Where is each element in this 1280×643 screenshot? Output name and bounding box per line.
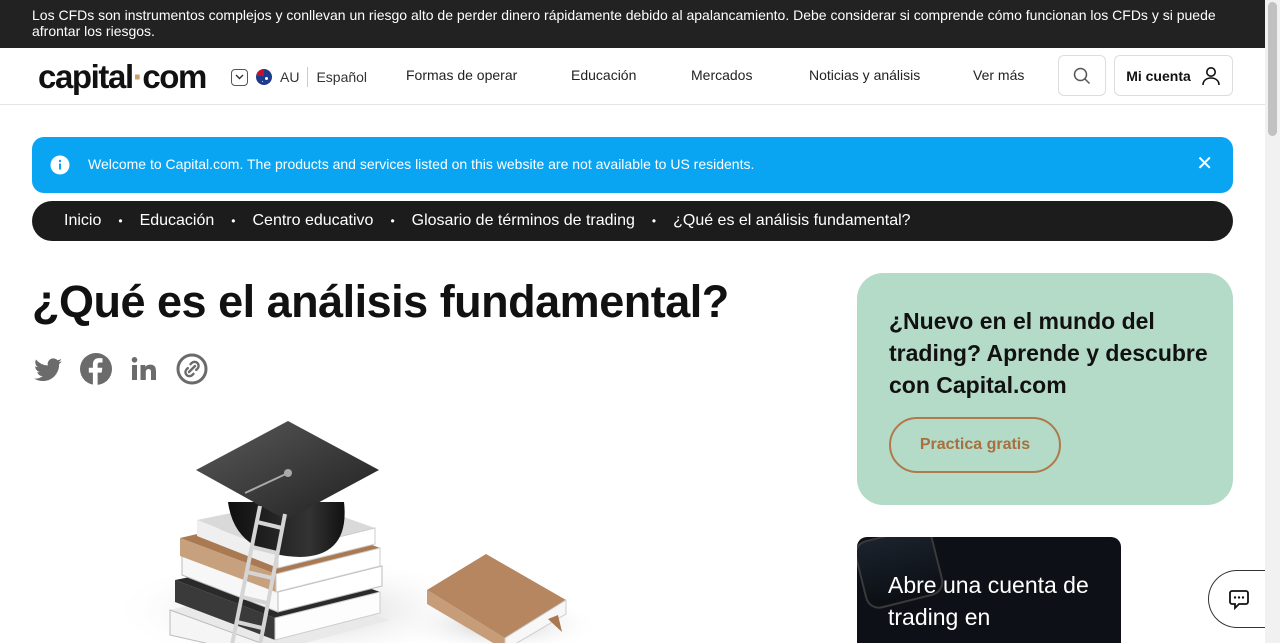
close-icon[interactable]: ✕: [1196, 153, 1213, 175]
search-icon: [1073, 67, 1091, 84]
breadcrumb-glosario[interactable]: Glosario de términos de trading: [412, 212, 635, 230]
us-residents-banner: Welcome to Capital.com. The products and…: [32, 137, 1233, 193]
main-header: capital·com AU Español Formas de operar …: [0, 48, 1265, 105]
logo-suffix: com: [142, 58, 207, 95]
risk-warning-text: Los CFDs son instrumentos complejos y co…: [32, 7, 1216, 39]
menu-mercados[interactable]: Mercados: [691, 67, 752, 83]
open-account-text: Abre una cuenta de trading en: [888, 572, 1089, 630]
open-account-card[interactable]: Abre una cuenta de trading en: [857, 537, 1121, 643]
menu-formas-de-operar[interactable]: Formas de operar: [406, 67, 517, 83]
breadcrumb: Inicio • Educación • Centro educativo • …: [32, 201, 1233, 241]
facebook-icon[interactable]: [80, 353, 112, 385]
banner-message: Welcome to Capital.com. The products and…: [88, 156, 755, 172]
breadcrumb-separator: •: [390, 214, 395, 228]
practica-gratis-button[interactable]: Practica gratis: [889, 417, 1061, 473]
breadcrumb-separator: •: [231, 214, 236, 228]
page-scrollbar[interactable]: [1265, 0, 1280, 643]
logo-dot: ·: [132, 58, 144, 95]
breadcrumb-centro-educativo[interactable]: Centro educativo: [252, 212, 373, 230]
capital-logo[interactable]: capital·com: [38, 58, 207, 96]
menu-noticias-y-analisis[interactable]: Noticias y análisis: [809, 67, 920, 83]
account-label: Mi cuenta: [1126, 67, 1191, 84]
breadcrumb-separator: •: [118, 214, 123, 228]
my-account-button[interactable]: Mi cuenta: [1114, 55, 1233, 96]
copy-link-icon[interactable]: [176, 353, 208, 385]
breadcrumb-current: ¿Qué es el análisis fundamental?: [673, 212, 911, 229]
menu-ver-mas[interactable]: Ver más: [973, 67, 1024, 83]
linkedin-icon[interactable]: [128, 353, 160, 385]
twitter-icon[interactable]: [32, 353, 64, 385]
region-language-selector[interactable]: AU Español: [231, 67, 367, 87]
search-button[interactable]: [1058, 55, 1106, 96]
page-title: ¿Qué es el análisis fundamental?: [32, 276, 729, 327]
breadcrumb-inicio[interactable]: Inicio: [64, 212, 101, 230]
user-icon: [1201, 66, 1220, 85]
info-icon: [50, 155, 70, 175]
region-code: AU: [280, 69, 300, 85]
language-label[interactable]: Español: [316, 69, 367, 85]
menu-educacion[interactable]: Educación: [571, 67, 636, 83]
promo-title: ¿Nuevo en el mundo del trading? Aprende …: [889, 308, 1208, 398]
scrollbar-thumb[interactable]: [1268, 2, 1277, 136]
graduation-books-illustration: [110, 421, 600, 643]
chat-icon: [1228, 590, 1249, 610]
promo-card: ¿Nuevo en el mundo del trading? Aprende …: [857, 273, 1233, 505]
chat-button[interactable]: [1208, 570, 1268, 628]
breadcrumb-separator: •: [651, 214, 657, 228]
breadcrumb-educacion[interactable]: Educación: [140, 212, 215, 230]
chevron-down-icon[interactable]: [231, 68, 248, 86]
logo-text: capital: [38, 58, 134, 95]
australia-flag-icon: [256, 69, 272, 85]
divider: [307, 67, 309, 87]
risk-warning-bar: Los CFDs son instrumentos complejos y co…: [0, 0, 1265, 48]
